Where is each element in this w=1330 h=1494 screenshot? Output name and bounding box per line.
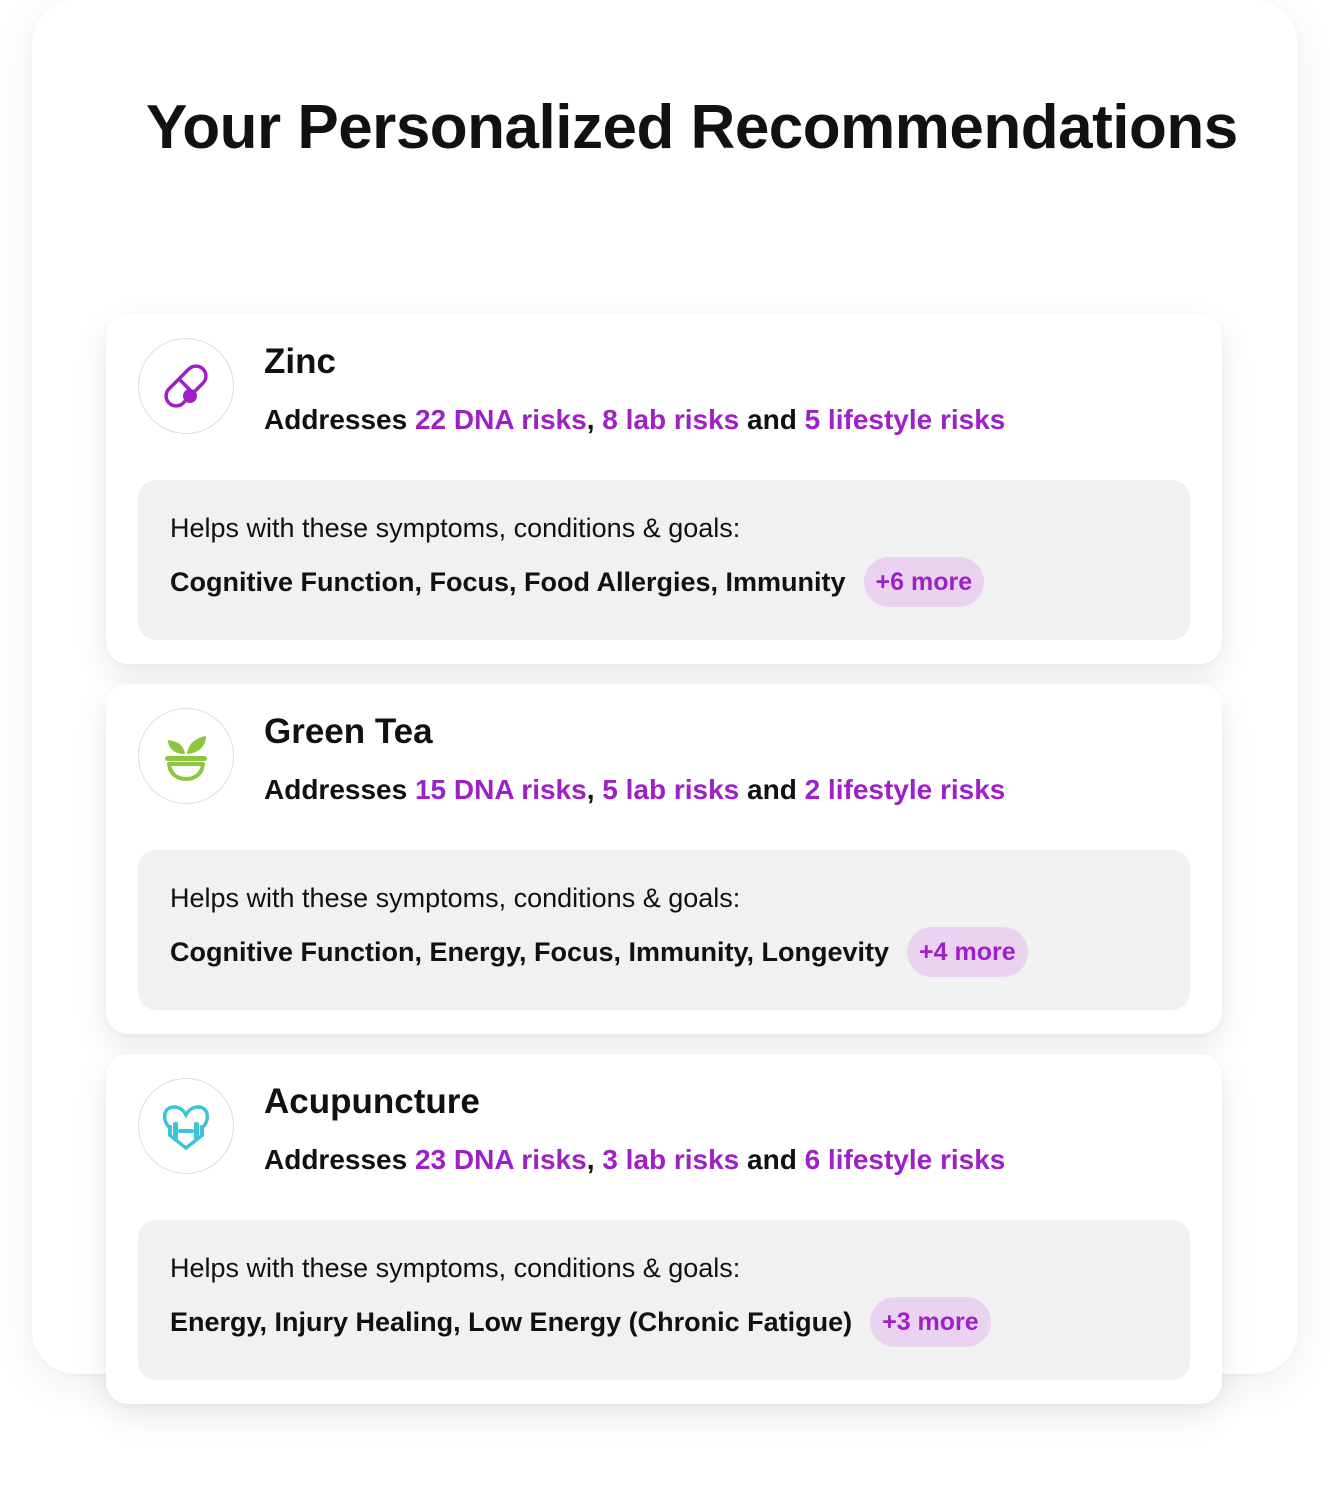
helps-with-box: Helps with these symptoms, conditions & … <box>138 1220 1190 1380</box>
recommendation-name: Acupuncture <box>264 1082 480 1121</box>
helps-with-list: Cognitive Function, Focus, Food Allergie… <box>170 566 846 597</box>
lab-risks-link[interactable]: 8 lab risks <box>602 404 739 435</box>
risk-summary: Addresses 15 DNA risks, 5 lab risks and … <box>264 772 1005 808</box>
helps-with-box: Helps with these symptoms, conditions & … <box>138 850 1190 1010</box>
helps-with-list: Energy, Injury Healing, Low Energy (Chro… <box>170 1306 853 1337</box>
more-button[interactable]: +6 more <box>863 557 985 607</box>
dna-risks-link[interactable]: 22 DNA risks <box>415 404 587 435</box>
recommendation-name: Green Tea <box>264 712 433 751</box>
helps-with-list: Cognitive Function, Energy, Focus, Immun… <box>170 936 890 967</box>
lab-risks-link[interactable]: 3 lab risks <box>602 1144 739 1175</box>
recommendation-card-zinc[interactable]: Zinc Addresses 22 DNA risks, 8 lab risks… <box>106 314 1222 664</box>
addresses-label: Addresses <box>264 1144 408 1175</box>
recommendation-card-acupuncture[interactable]: Acupuncture Addresses 23 DNA risks, 3 la… <box>106 1054 1222 1404</box>
heart-dumbbell-icon <box>138 1078 234 1174</box>
helps-with-heading: Helps with these symptoms, conditions & … <box>170 513 741 543</box>
risk-summary: Addresses 22 DNA risks, 8 lab risks and … <box>264 402 1005 438</box>
helps-with-heading: Helps with these symptoms, conditions & … <box>170 883 741 913</box>
risk-summary: Addresses 23 DNA risks, 3 lab risks and … <box>264 1142 1005 1178</box>
lab-risks-link[interactable]: 5 lab risks <box>602 774 739 805</box>
page-title: Your Personalized Recommendations <box>146 84 1238 172</box>
more-button[interactable]: +3 more <box>870 1297 991 1347</box>
lifestyle-risks-link[interactable]: 5 lifestyle risks <box>805 404 1006 435</box>
more-button[interactable]: +4 more <box>907 927 1028 977</box>
helps-with-row: Energy, Injury Healing, Low Energy (Chro… <box>170 1296 991 1348</box>
lifestyle-risks-link[interactable]: 2 lifestyle risks <box>805 774 1006 805</box>
risk-conjunction: and <box>747 1144 797 1175</box>
helps-with-row: Cognitive Function, Energy, Focus, Immun… <box>170 926 1028 978</box>
recommendation-card-green-tea[interactable]: Green Tea Addresses 15 DNA risks, 5 lab … <box>106 684 1222 1034</box>
helps-with-heading: Helps with these symptoms, conditions & … <box>170 1253 741 1283</box>
risk-conjunction: and <box>747 404 797 435</box>
pill-icon <box>138 338 234 434</box>
recommendation-name: Zinc <box>264 342 336 381</box>
risk-separator: , <box>586 1144 595 1175</box>
helps-with-box: Helps with these symptoms, conditions & … <box>138 480 1190 640</box>
addresses-label: Addresses <box>264 404 408 435</box>
risk-separator: , <box>586 404 595 435</box>
dna-risks-link[interactable]: 23 DNA risks <box>415 1144 587 1175</box>
helps-with-row: Cognitive Function, Focus, Food Allergie… <box>170 556 985 608</box>
dna-risks-link[interactable]: 15 DNA risks <box>415 774 587 805</box>
herb-bowl-icon-graphic <box>165 736 207 781</box>
page-title-text: Your Personalized Recommendations <box>146 93 1238 162</box>
pill-icon-graphic <box>164 364 208 408</box>
risk-conjunction: and <box>747 774 797 805</box>
herb-bowl-icon <box>138 708 234 804</box>
risk-separator: , <box>586 774 595 805</box>
heart-dumbbell-icon-graphic <box>162 1105 210 1150</box>
lifestyle-risks-link[interactable]: 6 lifestyle risks <box>805 1144 1006 1175</box>
addresses-label: Addresses <box>264 774 408 805</box>
